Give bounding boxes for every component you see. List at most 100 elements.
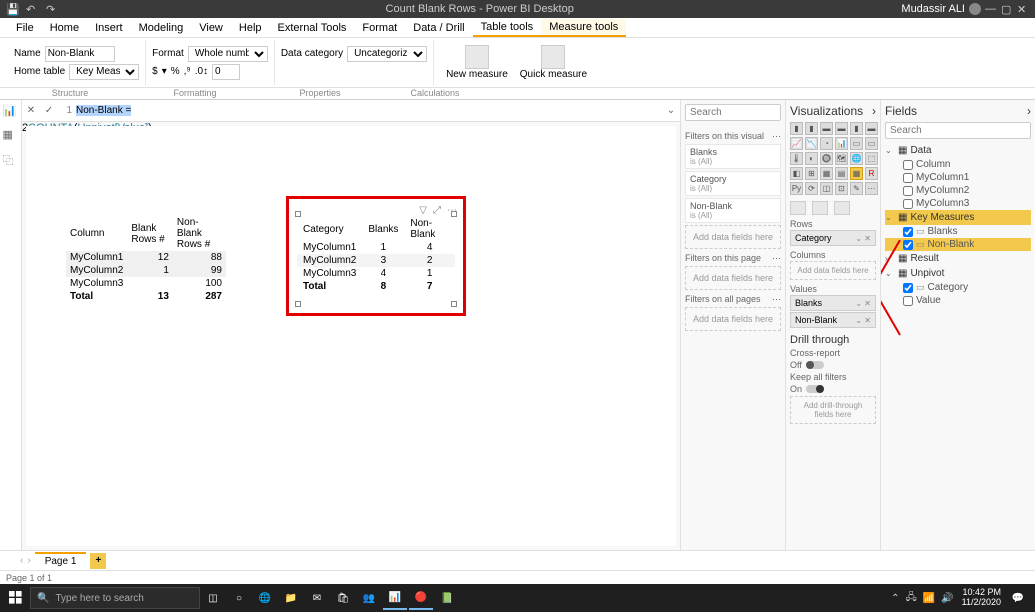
teams-icon[interactable]: 👥 [357,586,381,610]
viz-type[interactable]: ⊡ [835,182,848,195]
well-values[interactable]: Non-Blank⌄ ✕ [790,312,876,328]
minimize-icon[interactable]: — [985,3,997,15]
filter-drop[interactable]: Add data fields here [685,225,781,249]
format-select[interactable]: Whole number [188,46,268,62]
viz-type[interactable]: ⟳ [805,182,818,195]
field-item-nonblank[interactable]: ▭ Non-Blank [885,238,1031,251]
field-item[interactable]: Column [885,158,1031,171]
keep-filters-toggle[interactable] [806,385,824,393]
viz-type[interactable]: 🗺 [835,152,848,165]
comma-button[interactable]: ,⁹ [184,66,191,77]
filter-card[interactable]: Blanksis (All) [685,144,781,169]
chrome-icon[interactable]: 🔴 [409,586,433,610]
focus-icon[interactable]: ⤢ [433,205,441,216]
close-icon[interactable]: ✕ [1017,3,1029,15]
menu-view[interactable]: View [191,20,231,36]
viz-type[interactable]: ▮ [805,122,818,135]
quick-measure-button[interactable]: Quick measure [514,45,593,80]
maximize-icon[interactable]: ▢ [1001,3,1013,15]
add-page-button[interactable]: + [90,553,106,569]
table-result[interactable]: ›▦ Result [885,251,1031,266]
field-item[interactable]: MyColumn2 [885,184,1031,197]
tray-up-icon[interactable]: ⌃ [891,593,899,604]
report-canvas[interactable]: ColumnBlank Rows #Non-Blank Rows # MyCol… [26,126,676,546]
viz-type[interactable]: ▬ [835,122,848,135]
viz-type[interactable]: ▬ [820,122,833,135]
name-input[interactable] [45,46,115,62]
excel-icon[interactable]: 📗 [435,586,459,610]
viz-type[interactable]: ▦ [820,167,833,180]
field-item[interactable]: ▭ Category [885,281,1031,294]
field-item[interactable]: Value [885,294,1031,307]
model-view-icon[interactable]: ⿻ [3,152,19,168]
viz-type[interactable]: 📊 [835,137,848,150]
viz-type[interactable]: 🔘 [820,152,833,165]
menu-format[interactable]: Format [354,20,405,36]
filter-drop[interactable]: Add data fields here [685,307,781,331]
network-icon[interactable]: 🖧 [906,590,917,607]
save-icon[interactable]: 💾 [6,3,18,15]
redo-icon[interactable]: ↷ [46,3,58,15]
powerbi-icon[interactable]: 📊 [383,586,407,610]
viz-type[interactable]: ⋯ [865,182,878,195]
viz-type[interactable]: ▮ [850,122,863,135]
viz-type[interactable]: ◔ [820,137,833,150]
datacat-select[interactable]: Uncategorized [347,46,427,62]
drill-drop[interactable]: Add drill-through fields here [790,396,876,424]
table-keymeasures[interactable]: ⌄▦ Key Measures [885,210,1031,225]
viz-type[interactable]: ✎ [850,182,863,195]
menu-home[interactable]: Home [42,20,87,36]
well-rows[interactable]: Category⌄ ✕ [790,230,876,246]
filter-drop[interactable]: Add data fields here [685,266,781,290]
viz-type[interactable]: ⬚ [865,152,878,165]
cross-report-toggle[interactable] [806,361,824,369]
menu-modeling[interactable]: Modeling [131,20,192,36]
well-cols-drop[interactable]: Add data fields here [790,261,876,280]
home-select[interactable]: Key Measures [69,64,139,80]
page-next[interactable]: › [27,555,30,566]
menu-datadrill[interactable]: Data / Drill [405,20,472,36]
decimals-input[interactable] [212,64,240,80]
cortana-icon[interactable]: ○ [227,586,251,610]
viz-type[interactable]: ▭ [850,137,863,150]
table-unpivot[interactable]: ⌄▦ Unpivot [885,266,1031,281]
viz-type[interactable]: ⊞ [805,167,818,180]
page-prev[interactable]: ‹ [20,555,23,566]
report-view-icon[interactable]: 📊 [3,104,19,120]
undo-icon[interactable]: ↶ [26,3,38,15]
viz-type[interactable]: ◐ [805,152,818,165]
matrix-visual-selected[interactable]: ▽ ⤢ ⋯ CategoryBlanksNon-Blank MyColumn11… [286,196,466,316]
viz-type[interactable]: R [865,167,878,180]
well-values[interactable]: Blanks⌄ ✕ [790,295,876,311]
explorer-icon[interactable]: 📁 [279,586,303,610]
viz-type[interactable]: ▤ [835,167,848,180]
tray[interactable]: ⌃🖧📶🔊 [887,590,957,607]
fields-tab[interactable] [790,201,806,215]
field-item[interactable]: MyColumn3 [885,197,1031,210]
percent-button[interactable]: % [171,66,180,77]
formula-expand[interactable]: ⌄ [662,105,680,116]
menu-insert[interactable]: Insert [87,20,131,36]
start-button[interactable] [4,586,28,610]
viz-type[interactable]: 🌐 [850,152,863,165]
menu-tabletools[interactable]: Table tools [473,19,542,37]
formula-input[interactable]: 1Non-Blank = [58,103,662,118]
task-view-icon[interactable]: ◫ [201,586,225,610]
format-tab[interactable] [812,201,828,215]
menu-measuretools[interactable]: Measure tools [541,19,626,37]
collapse-icon[interactable]: › [872,104,876,118]
viz-type[interactable]: ▬ [865,122,878,135]
fields-search[interactable] [885,122,1031,139]
field-item[interactable]: MyColumn1 [885,171,1031,184]
menu-file[interactable]: File [8,20,42,36]
field-item[interactable]: ▭ Blanks [885,225,1031,238]
wifi-icon[interactable]: 📶 [923,593,935,604]
filter-card[interactable]: Categoryis (All) [685,171,781,196]
taskbar-search[interactable]: 🔍Type here to search [30,587,200,609]
notifications-icon[interactable]: 💬 [1006,586,1030,610]
viz-type[interactable]: ▮ [790,122,803,135]
viz-type[interactable]: 🌡 [790,152,803,165]
data-view-icon[interactable]: ▦ [3,128,19,144]
page-tab[interactable]: Page 1 [35,552,87,569]
viz-type[interactable]: ▭ [865,137,878,150]
